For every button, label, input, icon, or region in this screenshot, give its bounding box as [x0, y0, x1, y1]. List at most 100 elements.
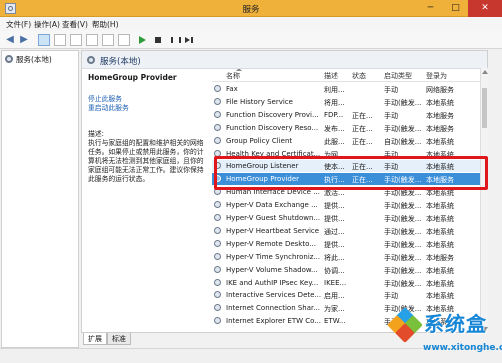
table-row[interactable]: File History Service 将用... 手动(触发... 本地系统: [212, 96, 487, 108]
cell-log-on-as: 本地系统: [426, 279, 454, 288]
tab-standard[interactable]: 标准: [107, 333, 131, 345]
back-arrow-icon[interactable]: ◀: [4, 34, 16, 46]
stop-service-link[interactable]: 停止此服务: [88, 95, 208, 104]
cell-name: Group Policy Client: [226, 136, 293, 145]
column-header-log-on-as[interactable]: 登录为: [426, 71, 447, 81]
table-row[interactable]: Hyper-V Heartbeat Service 通过... 手动(触发... 本地…: [212, 225, 487, 237]
description-text: 执行与家庭组的配置和维护相关的网络任务。如果停止或禁用此服务，你的计算机将无法检…: [88, 139, 204, 183]
cell-description: ETW...: [324, 317, 346, 326]
service-gear-icon: [214, 214, 221, 221]
watermark-title: 系统盒: [424, 312, 487, 336]
scroll-thumb[interactable]: [482, 88, 487, 128]
cell-log-on-as: 本地服务: [426, 111, 454, 120]
service-gear-icon: [214, 317, 221, 325]
details-view-icon[interactable]: [118, 34, 130, 46]
cell-startup-type: 手动: [384, 292, 398, 301]
forward-arrow-icon[interactable]: ▶: [18, 34, 30, 46]
service-gear-icon: [214, 201, 221, 209]
vertical-scrollbar[interactable]: [480, 68, 488, 333]
cell-name: Fax: [226, 85, 238, 93]
cell-description: IKEE...: [324, 278, 347, 287]
cell-name: Hyper-V Remote Deskto...: [226, 239, 316, 248]
column-header-status[interactable]: 状态: [352, 71, 366, 81]
restart-service-icon[interactable]: [184, 34, 196, 46]
description-label: 描述:: [88, 130, 104, 138]
service-gear-icon: [214, 136, 221, 144]
show-hide-console-tree-icon[interactable]: [38, 34, 50, 46]
cell-description: FDP...: [324, 110, 344, 119]
start-service-icon[interactable]: [136, 34, 148, 46]
export-list-icon[interactable]: [86, 34, 98, 46]
table-row[interactable]: Hyper-V Time Synchroniz... 将此... 手动(触发... 本…: [212, 251, 487, 263]
table-row[interactable]: Function Discovery Reso... 发布... 正在... 手动(触…: [212, 122, 487, 134]
column-header-description[interactable]: 描述: [324, 71, 338, 81]
tab-extended[interactable]: 扩展: [83, 333, 107, 345]
refresh-icon[interactable]: [70, 34, 82, 46]
table-row[interactable]: Hyper-V Guest Shutdown... 提供... 手动(触发... 本地…: [212, 212, 487, 224]
cell-name: Hyper-V Heartbeat Service: [226, 226, 320, 235]
cell-name: Function Discovery Reso...: [226, 123, 319, 132]
pane-header: 服务(本地): [82, 51, 487, 69]
close-button[interactable]: ✕: [468, 0, 502, 17]
service-gear-icon: [214, 265, 221, 273]
cell-description: 发布...: [324, 124, 345, 133]
cell-name: File History Service: [226, 97, 293, 106]
cell-log-on-as: 本地系统: [426, 266, 454, 275]
service-gear-icon: [214, 252, 221, 260]
service-gear-icon: [214, 85, 221, 92]
restart-service-link[interactable]: 重启动此服务: [88, 104, 208, 113]
selected-service-name: HomeGroup Provider: [88, 73, 177, 82]
cell-log-on-as: 本地系统: [426, 137, 454, 146]
cell-name: Hyper-V Time Synchroniz...: [226, 252, 321, 261]
menu-action[interactable]: 操作(A): [34, 19, 60, 30]
cell-name: Function Discovery Provi...: [226, 110, 319, 119]
cell-description: 提供...: [324, 215, 345, 223]
table-row[interactable]: Group Policy Client 此服... 正在... 自动(触发... 本地系…: [212, 135, 487, 147]
menu-view[interactable]: 查看(V): [62, 19, 88, 30]
gear-icon: [5, 55, 13, 63]
table-row[interactable]: Interactive Services Dete... 启用... 手动 本地系统: [212, 289, 487, 301]
stop-service-icon[interactable]: [152, 34, 164, 46]
watermark-logo-icon: [387, 307, 423, 343]
cell-log-on-as: 网络服务: [426, 86, 454, 94]
cell-name: Hyper-V Data Exchange ...: [226, 201, 318, 210]
toolbar: ◀ ▶: [0, 31, 502, 49]
site-watermark: 系统盒 www.xitonghe.com: [387, 306, 502, 362]
cell-description: 协调...: [324, 266, 345, 275]
list-header: 名称 描述 状态 启动类型 登录为: [212, 69, 487, 82]
menu-help[interactable]: 帮助(H): [92, 19, 119, 30]
cell-name: IKE and AuthIP IPsec Key...: [226, 278, 319, 287]
cell-status: 正在...: [352, 137, 373, 146]
column-header-name[interactable]: 名称: [226, 69, 242, 81]
watermark-url: www.xitonghe.com: [423, 343, 502, 353]
minimize-button[interactable]: ─: [418, 0, 443, 17]
table-row[interactable]: Fax 利用... 手动 网络服务: [212, 83, 487, 95]
cell-name: Hyper-V Guest Shutdown...: [226, 214, 321, 222]
title-bar[interactable]: 服务 ─ □ ✕: [0, 0, 502, 17]
cell-name: Hyper-V Volume Shadow...: [226, 265, 318, 274]
cell-startup-type: 手动(触发...: [384, 240, 422, 249]
table-row[interactable]: IKE and AuthIP IPsec Key... IKEE... 手动(触发.…: [212, 277, 487, 289]
table-row[interactable]: Hyper-V Remote Deskto... 提供... 手动(触发... 本地系…: [212, 238, 487, 250]
menu-file[interactable]: 文件(F): [6, 19, 31, 30]
maximize-button[interactable]: □: [443, 0, 468, 17]
column-header-startup-type[interactable]: 启动类型: [384, 71, 412, 81]
cell-description: 提供...: [324, 202, 345, 211]
pane-title: 服务(本地): [100, 57, 141, 67]
cell-startup-type: 手动(触发...: [384, 266, 422, 275]
cell-startup-type: 手动: [384, 86, 398, 94]
cell-description: 为家...: [324, 305, 345, 314]
pause-service-icon[interactable]: [168, 34, 181, 46]
scroll-up-icon[interactable]: [482, 70, 488, 74]
table-row[interactable]: Hyper-V Data Exchange ... 提供... 手动(触发... 本地…: [212, 199, 487, 211]
service-gear-icon: [214, 123, 221, 131]
cell-startup-type: 手动(触发...: [384, 98, 422, 107]
table-row[interactable]: Hyper-V Volume Shadow... 协调... 手动(触发... 本地系…: [212, 264, 487, 276]
tree-item-services-local[interactable]: 服务(本地): [5, 54, 52, 65]
table-row[interactable]: Function Discovery Provi... FDP... 正在... 手动…: [212, 109, 487, 121]
services-pane: 服务(本地) HomeGroup Provider 停止此服务 重启动此服务 描…: [81, 50, 488, 333]
service-description-panel: HomeGroup Provider 停止此服务 重启动此服务 描述: 执行与家…: [88, 73, 208, 184]
properties-icon[interactable]: [54, 34, 66, 46]
cell-log-on-as: 本地服务: [426, 253, 454, 262]
help-icon[interactable]: [102, 34, 114, 46]
